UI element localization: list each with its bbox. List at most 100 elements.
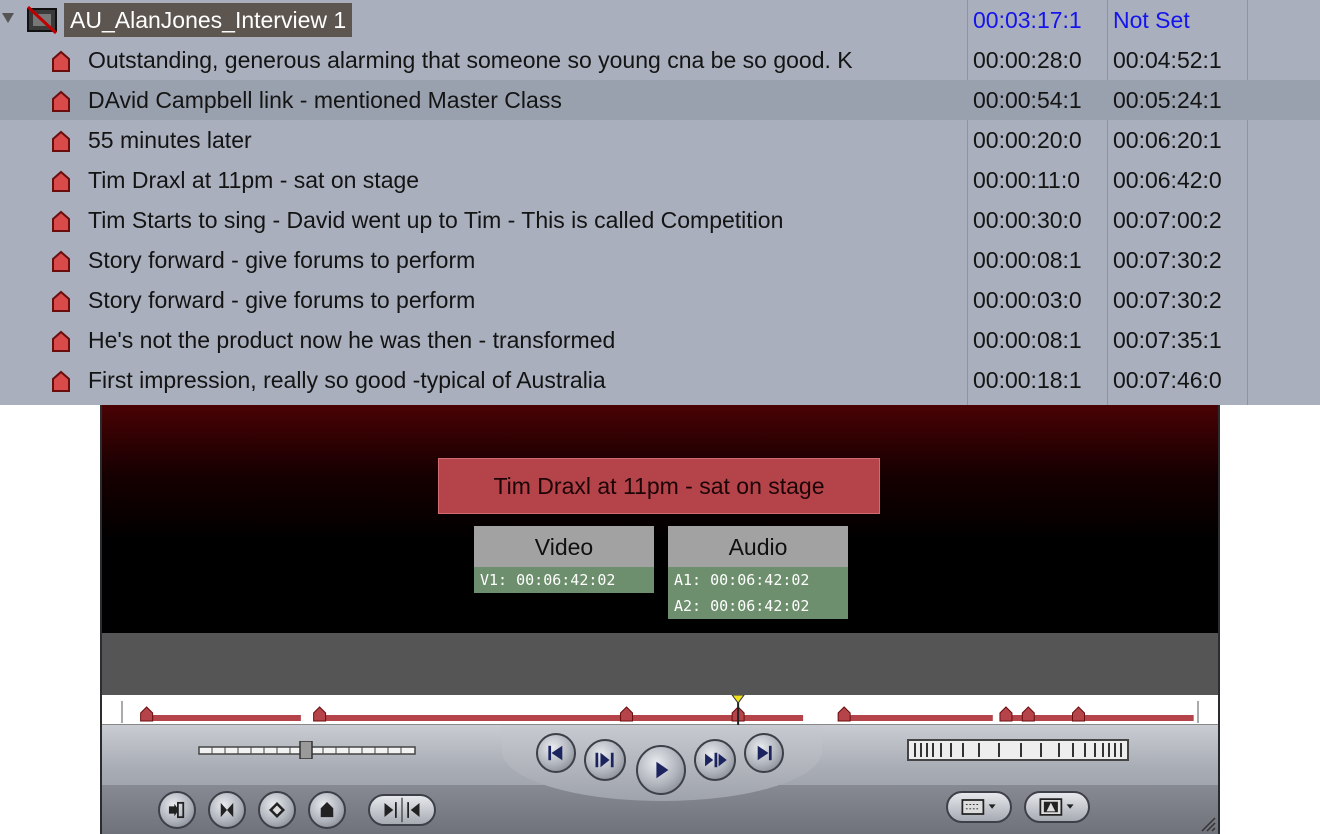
marker-row[interactable]: First impression, really so good -typica… xyxy=(0,360,1320,400)
scrubber-marker-duration xyxy=(1028,715,1077,721)
marker-duration: 00:00:08:1 xyxy=(973,247,1082,273)
audio-track-timecode: A2: 00:06:42:02 xyxy=(674,597,810,615)
marker-in-point: 00:07:35:1 xyxy=(1113,327,1222,353)
marker-in-point: 00:07:30:2 xyxy=(1113,287,1222,313)
transport-controls xyxy=(102,725,1218,834)
marker-icon xyxy=(52,290,70,312)
scrubber-marker-icon[interactable] xyxy=(1021,706,1035,722)
marker-in-point: 00:06:20:1 xyxy=(1113,127,1222,153)
video-canvas[interactable]: Tim Draxl at 11pm - sat on stage Video V… xyxy=(102,405,1218,633)
marker-row[interactable]: Tim Starts to sing - David went up to Ti… xyxy=(0,200,1320,240)
marker-icon xyxy=(52,170,70,192)
marker-name: DAvid Campbell link - mentioned Master C… xyxy=(88,87,562,113)
marker-in-point: 00:07:46:0 xyxy=(1113,367,1222,393)
viewer-window: Tim Draxl at 11pm - sat on stage Video V… xyxy=(100,405,1220,834)
scrubber-marker-icon[interactable] xyxy=(999,706,1013,722)
marker-icon xyxy=(52,250,70,272)
clip-in-point: Not Set xyxy=(1113,7,1190,33)
video-track-timecode: V1: 00:06:42:02 xyxy=(480,571,616,589)
go-to-previous-edit-button[interactable] xyxy=(536,733,576,773)
marker-name: Story forward - give forums to perform xyxy=(88,287,476,313)
scrubber-marker-duration xyxy=(844,715,993,721)
mark-in-out-icon xyxy=(384,797,420,823)
marker-duration: 00:00:20:0 xyxy=(973,127,1082,153)
add-marker-icon xyxy=(320,801,334,818)
marker-in-point: 00:04:52:1 xyxy=(1113,47,1222,73)
scrubber-marker-duration xyxy=(146,715,301,721)
play-around-current-icon xyxy=(705,752,727,768)
scrubber-marker-icon[interactable] xyxy=(140,706,154,722)
match-frame-button[interactable] xyxy=(158,791,196,829)
resize-grip-icon[interactable] xyxy=(1198,814,1216,832)
marker-row-selected[interactable]: DAvid Campbell link - mentioned Master C… xyxy=(0,80,1320,120)
play-around-current-button[interactable] xyxy=(694,739,736,781)
marker-in-point: 00:06:42:0 xyxy=(1113,167,1222,193)
marker-icon xyxy=(52,210,70,232)
marker-row[interactable]: Story forward - give forums to perform 0… xyxy=(0,240,1320,280)
zoom-view-popup[interactable] xyxy=(946,791,1012,823)
marker-name: First impression, really so good -typica… xyxy=(88,367,606,393)
viewer-gray-area xyxy=(102,633,1218,695)
marker-icon xyxy=(52,330,70,352)
jog-wheel[interactable] xyxy=(907,739,1129,761)
audio-timecode-panel: Audio A1: 00:06:42:02 A2: 00:06:42:02 xyxy=(668,526,848,619)
scrubber-marker-icon[interactable] xyxy=(620,706,634,722)
play-in-to-out-button[interactable] xyxy=(584,739,626,781)
video-timecode-panel: Video V1: 00:06:42:02 xyxy=(474,526,654,593)
scrubber-marker-duration xyxy=(1078,715,1194,721)
scrubber-marker-icon[interactable] xyxy=(1072,706,1085,722)
audio-track-timecode: A1: 00:06:42:02 xyxy=(674,571,810,589)
disclosure-triangle-icon[interactable] xyxy=(1,11,15,25)
browser-list: AU_AlanJones_Interview 1 00:03:17:1 Not … xyxy=(0,0,1320,405)
marker-name: Tim Draxl at 11pm - sat on stage xyxy=(88,167,420,193)
marker-duration: 00:00:30:0 xyxy=(973,207,1082,233)
marker-icon xyxy=(52,370,70,392)
marker-row[interactable]: Tim Draxl at 11pm - sat on stage 00:00:1… xyxy=(0,160,1320,200)
marker-icon xyxy=(52,130,70,152)
clip-name[interactable]: AU_AlanJones_Interview 1 xyxy=(64,3,353,37)
scrubber-marker-duration xyxy=(738,715,804,721)
scrubber-marker-icon[interactable] xyxy=(313,706,327,722)
scrubber-marker-icon[interactable] xyxy=(837,706,851,722)
audio-panel-title: Audio xyxy=(668,526,848,567)
clip-row[interactable]: AU_AlanJones_Interview 1 00:03:17:1 Not … xyxy=(0,0,1320,40)
marker-icon xyxy=(52,90,70,112)
mark-clip-icon xyxy=(220,802,234,818)
scrubber-markers[interactable] xyxy=(102,694,1218,725)
marker-row[interactable]: He's not the product now he was then - t… xyxy=(0,320,1320,360)
marker-duration: 00:00:54:1 xyxy=(973,87,1082,113)
marker-in-point: 00:07:00:2 xyxy=(1113,207,1222,233)
view-options-icon xyxy=(1039,798,1074,816)
marker-row[interactable]: Outstanding, generous alarming that some… xyxy=(0,40,1320,80)
marker-icon xyxy=(52,50,70,72)
marker-duration: 00:00:28:0 xyxy=(973,47,1082,73)
video-panel-title: Video xyxy=(474,526,654,567)
add-marker-button[interactable] xyxy=(308,791,346,829)
go-to-next-edit-button[interactable] xyxy=(744,733,784,773)
match-frame-icon xyxy=(168,801,185,819)
add-keyframe-button[interactable] xyxy=(258,791,296,829)
shuttle-slider[interactable] xyxy=(198,741,416,759)
marker-row[interactable]: 55 minutes later 00:00:20:0 00:06:20:1 xyxy=(0,120,1320,160)
marker-in-point: 00:05:24:1 xyxy=(1113,87,1222,113)
mark-clip-button[interactable] xyxy=(208,791,246,829)
marker-row[interactable]: Story forward - give forums to perform 0… xyxy=(0,280,1320,320)
marker-duration: 00:00:18:1 xyxy=(973,367,1082,393)
play-button[interactable] xyxy=(636,745,686,795)
marker-duration: 00:00:03:0 xyxy=(973,287,1082,313)
mark-in-out-button[interactable] xyxy=(368,794,436,826)
marker-name: Story forward - give forums to perform xyxy=(88,247,476,273)
view-options-popup[interactable] xyxy=(1024,791,1090,823)
scrubber-bar[interactable] xyxy=(102,694,1218,725)
marker-overlay: Tim Draxl at 11pm - sat on stage xyxy=(438,458,880,514)
add-keyframe-icon xyxy=(268,801,286,819)
go-to-previous-edit-icon xyxy=(548,745,563,761)
clip-icon xyxy=(26,5,58,35)
zoom-view-icon xyxy=(961,799,996,815)
marker-name: He's not the product now he was then - t… xyxy=(88,327,616,353)
marker-name: Outstanding, generous alarming that some… xyxy=(88,47,853,73)
scrubber-marker-duration xyxy=(319,715,625,721)
scrubber-marker-duration xyxy=(626,715,737,721)
marker-name: Tim Starts to sing - David went up to Ti… xyxy=(88,207,784,233)
go-to-next-edit-icon xyxy=(757,745,772,761)
